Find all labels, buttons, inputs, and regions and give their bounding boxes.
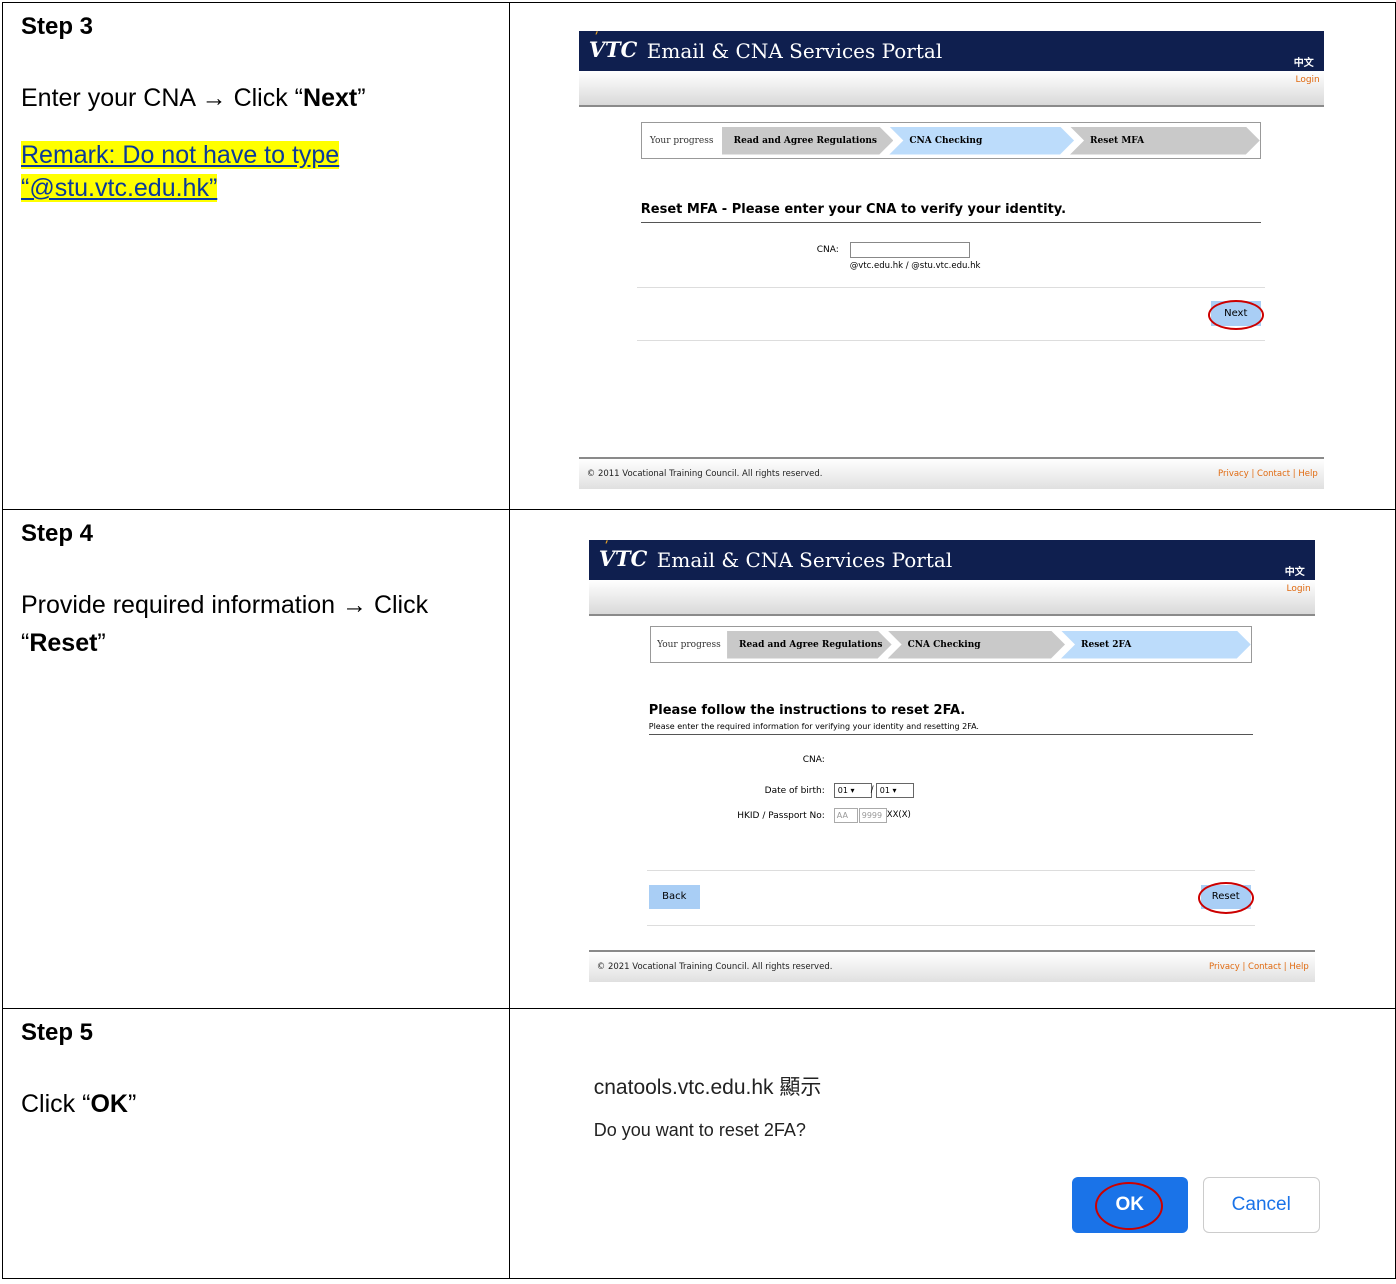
- step-title: Step 5: [21, 1019, 94, 1046]
- step3-instruction-cell: Step 3 Enter your CNA → Click “Next” Rem…: [2, 2, 510, 510]
- progress-label: Your progress: [657, 639, 721, 650]
- step-instruction: Enter your CNA → Click “Next”: [21, 84, 366, 112]
- progress-label: Your progress: [649, 135, 714, 146]
- portal-screen-step4: ʹ VTC Email & CNA Services Portal 中文 Logi…: [588, 540, 1315, 984]
- dob-label: Date of birth:: [764, 786, 825, 796]
- highlight-circle: [1094, 1182, 1163, 1230]
- heading-rule: [640, 222, 1261, 223]
- dialog-message: Do you want to reset 2FA?: [593, 1120, 806, 1140]
- portal-footer: © 2011 Vocational Training Council. All …: [578, 457, 1324, 489]
- vtc-logo: ʹ VTC: [588, 31, 638, 62]
- bottom-rule: [646, 925, 1255, 926]
- step-title: Step 4: [21, 520, 94, 547]
- back-button[interactable]: Back: [648, 885, 700, 909]
- language-toggle[interactable]: 中文: [1285, 563, 1305, 578]
- progress-step-regulations: Read and Agree Regulations: [727, 631, 892, 659]
- cna-input[interactable]: [849, 242, 970, 258]
- cna-label: CNA:: [816, 245, 839, 255]
- confirm-dialog: cnatools.vtc.edu.hk 顯示 Do you want to re…: [510, 1009, 1390, 1279]
- portal-footer: © 2021 Vocational Training Council. All …: [588, 950, 1315, 982]
- progress-bar: Your progress Read and Agree Regulations…: [649, 626, 1252, 663]
- portal-title: Email & CNA Services Portal: [646, 39, 943, 63]
- step-instruction: Provide required information → Click “Re…: [21, 591, 429, 657]
- heading-rule: [648, 734, 1253, 735]
- portal-title: Email & CNA Services Portal: [656, 548, 953, 572]
- dob-day-select[interactable]: 01 ▾: [833, 783, 872, 798]
- login-link[interactable]: Login: [1295, 75, 1319, 85]
- remark: Remark: Do not have to type “@stu.vtc.ed…: [21, 141, 340, 202]
- page-subheading: Please enter the required information fo…: [648, 722, 979, 731]
- portal-screen-step3: ʹ VTC Email & CNA Services Portal 中文 Logi…: [578, 31, 1324, 489]
- copyright: © 2021 Vocational Training Council. All …: [596, 962, 833, 972]
- hkid-suffix: XX(X): [886, 810, 911, 820]
- page-heading: Please follow the instructions to reset …: [648, 703, 979, 731]
- hkid-prefix-input[interactable]: AA: [833, 808, 858, 823]
- copyright: © 2011 Vocational Training Council. All …: [586, 469, 823, 479]
- bottom-rule: [636, 340, 1265, 341]
- progress-step-regulations: Read and Agree Regulations: [722, 127, 894, 155]
- cancel-button[interactable]: Cancel: [1202, 1177, 1320, 1233]
- portal-subbar: Login: [588, 580, 1315, 616]
- step5-instruction-cell: Step 5 Click “OK”: [2, 1008, 510, 1279]
- page-heading: Reset MFA - Please enter your CNA to ver…: [640, 202, 1067, 217]
- dob-month-select[interactable]: 01 ▾: [875, 783, 914, 798]
- step3-screenshot-cell: ʹ VTC Email & CNA Services Portal 中文 Logi…: [508, 2, 1396, 510]
- progress-step-cna-checking: CNA Checking: [888, 631, 1065, 659]
- highlight-circle: [1197, 882, 1254, 914]
- domain-hint: @vtc.edu.hk / @stu.vtc.edu.hk: [849, 261, 981, 271]
- language-toggle[interactable]: 中文: [1294, 54, 1314, 69]
- portal-header: ʹ VTC Email & CNA Services Portal 中文: [578, 31, 1324, 71]
- instruction-table: Step 3 Enter your CNA → Click “Next” Rem…: [2, 2, 1396, 1279]
- form-rule: [646, 870, 1255, 871]
- dob-separator: /: [870, 785, 874, 795]
- progress-step-reset: Reset 2FA: [1061, 631, 1251, 659]
- footer-links[interactable]: Privacy | Contact | Help: [1209, 962, 1309, 972]
- progress-bar: Your progress Read and Agree Regulations…: [640, 122, 1261, 159]
- vtc-logo: ʹ VTC: [598, 540, 648, 571]
- dialog-origin: cnatools.vtc.edu.hk 顯示: [593, 1076, 822, 1099]
- step4-instruction-cell: Step 4 Provide required information → Cl…: [2, 509, 510, 1009]
- portal-header: ʹ VTC Email & CNA Services Portal 中文: [588, 540, 1315, 580]
- progress-step-cna-checking: CNA Checking: [889, 127, 1074, 155]
- step5-screenshot-cell: cnatools.vtc.edu.hk 顯示 Do you want to re…: [508, 1008, 1396, 1279]
- step-instruction: Click “OK”: [21, 1090, 137, 1118]
- hkid-label: HKID / Passport No:: [737, 811, 825, 821]
- form-rule: [636, 287, 1265, 288]
- login-link[interactable]: Login: [1286, 584, 1310, 594]
- portal-subbar: Login: [578, 71, 1324, 107]
- hkid-digits-input[interactable]: 9999: [858, 808, 887, 823]
- footer-links[interactable]: Privacy | Contact | Help: [1218, 469, 1318, 479]
- step4-screenshot-cell: ʹ VTC Email & CNA Services Portal 中文 Logi…: [508, 509, 1396, 1009]
- progress-step-reset: Reset MFA: [1070, 127, 1260, 155]
- step-title: Step 3: [21, 13, 94, 40]
- highlight-circle: [1207, 300, 1264, 330]
- cna-label: CNA:: [802, 755, 825, 765]
